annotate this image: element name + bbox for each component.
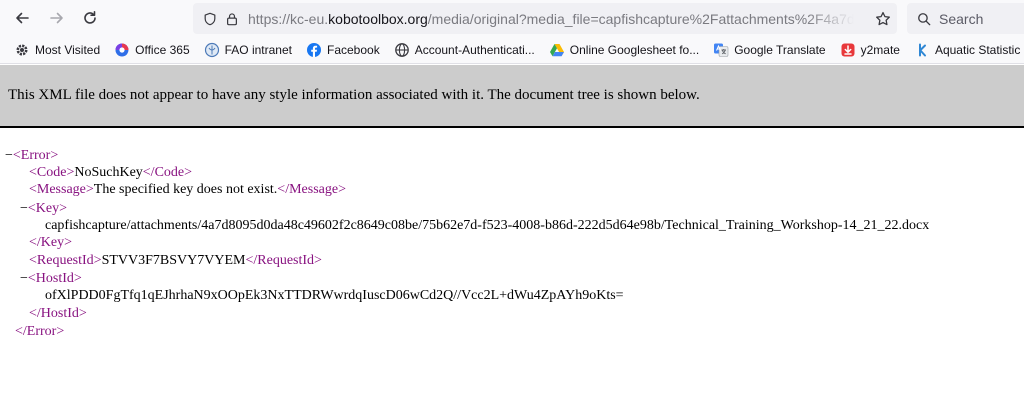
xml-notice-text: This XML file does not appear to have an… [8, 87, 700, 103]
xml-line-key-open: −<Key> [20, 200, 67, 217]
xml-tag: </Message> [277, 182, 346, 197]
bookmark-label: FAO intranet [224, 43, 292, 57]
bookmark-label: Facebook [327, 43, 380, 57]
facebook-icon [306, 42, 322, 58]
shield-icon[interactable] [202, 11, 218, 27]
url-path: /media/original?media_file=capfishcaptur… [427, 10, 854, 27]
bookmark-label: Online Googlesheet fo... [569, 43, 700, 57]
xml-line-requestid: <RequestId>STVV3F7BSVY7VYEM</RequestId> [29, 252, 322, 269]
xml-line-hostid-close: </HostId> [29, 305, 87, 322]
bookmark-star-button[interactable] [874, 10, 892, 28]
collapse-toggle[interactable]: − [5, 148, 13, 163]
bookmark-facebook[interactable]: Facebook [302, 39, 384, 61]
reload-button[interactable] [76, 4, 104, 32]
bookmark-aquatic-statistic-survey[interactable]: Aquatic Statistic Survey [910, 39, 1024, 61]
xml-tag: <HostId> [27, 271, 82, 286]
xml-tag: </Error> [15, 324, 65, 339]
arrow-right-icon [50, 12, 63, 24]
xml-text: The specified key does not exist. [93, 182, 278, 197]
star-icon [876, 11, 890, 26]
xml-style-notice: This XML file does not appear to have an… [0, 65, 1024, 128]
url-prefix: https://kc-eu. [248, 10, 329, 27]
xml-text: STVV3F7BSVY7VYEM [101, 253, 246, 268]
kobo-icon [914, 42, 930, 58]
bookmark-fao-intranet[interactable]: FAO intranet [200, 39, 296, 61]
xml-line-hostid-open: −<HostId> [20, 270, 82, 287]
google-drive-icon [549, 42, 565, 58]
bookmark-label: Most Visited [35, 43, 101, 57]
xml-line-message: <Message>The specified key does not exis… [29, 181, 346, 198]
navigation-toolbar: https://kc-eu.kobotoolbox.org/media/orig… [0, 0, 1024, 37]
gear-icon [14, 42, 30, 58]
xml-tag: </Code> [142, 165, 193, 180]
bookmark-office-365[interactable]: Office 365 [110, 39, 193, 61]
xml-text: ofXlPDD0FgTfq1qEJhrhaN9xOOpEk3NxTTDRWwrd… [45, 288, 624, 303]
xml-tag: </RequestId> [245, 253, 322, 268]
address-bar[interactable]: https://kc-eu.kobotoolbox.org/media/orig… [193, 3, 897, 34]
bookmark-label: Account-Authenticati... [414, 43, 535, 57]
fao-icon [204, 42, 220, 58]
bookmark-most-visited[interactable]: Most Visited [10, 39, 104, 61]
xml-tag: </Key> [29, 235, 73, 250]
bookmark-online-googlesheet[interactable]: Online Googlesheet fo... [545, 39, 703, 61]
xml-tag: <Error> [12, 148, 59, 163]
search-input[interactable] [939, 10, 1024, 27]
url-domain: kobotoolbox.org [328, 10, 428, 27]
bookmark-y2mate[interactable]: y2mate [836, 39, 904, 61]
bookmark-label: Aquatic Statistic Survey [934, 43, 1024, 57]
back-button[interactable] [8, 4, 36, 32]
reload-icon [84, 11, 96, 24]
collapse-toggle[interactable]: − [20, 271, 28, 286]
xml-text: NoSuchKey [74, 165, 143, 180]
bookmarks-toolbar: Most Visited Office 365 FAO intranet Fac… [0, 37, 1024, 64]
xml-line-key-close: </Key> [29, 234, 72, 251]
bookmark-label: Google Translate [734, 43, 826, 57]
xml-tag: <Code> [29, 165, 75, 180]
bookmark-label: y2mate [860, 43, 900, 57]
xml-tag: <RequestId> [29, 253, 102, 268]
google-translate-icon [713, 42, 729, 58]
search-icon [917, 12, 931, 26]
search-bar[interactable] [907, 3, 1024, 34]
y2mate-icon [840, 42, 856, 58]
xml-line-key-value: capfishcapture/attachments/4a7d8095d0da4… [45, 217, 929, 234]
lock-icon[interactable] [224, 11, 240, 27]
arrow-left-icon [16, 12, 29, 24]
bookmark-label: Office 365 [135, 43, 190, 57]
bookmark-account-authentication[interactable]: Account-Authenticati... [390, 39, 539, 61]
xml-tag: </HostId> [29, 306, 87, 321]
xml-line-error-close: </Error> [15, 323, 64, 340]
bookmark-google-translate[interactable]: Google Translate [709, 39, 829, 61]
office-icon [114, 42, 130, 58]
xml-line-code: <Code>NoSuchKey</Code> [29, 164, 192, 181]
xml-line-hostid-value: ofXlPDD0FgTfq1qEJhrhaN9xOOpEk3NxTTDRWwrd… [45, 287, 624, 304]
forward-button[interactable] [43, 4, 71, 32]
xml-text: capfishcapture/attachments/4a7d8095d0da4… [45, 218, 930, 233]
globe-icon [394, 42, 410, 58]
url-text[interactable]: https://kc-eu.kobotoolbox.org/media/orig… [248, 11, 854, 27]
xml-tag: <Message> [29, 182, 94, 197]
xml-tag: <Key> [27, 201, 68, 216]
xml-line-error-open: −<Error> [5, 147, 58, 164]
collapse-toggle[interactable]: − [20, 201, 28, 216]
